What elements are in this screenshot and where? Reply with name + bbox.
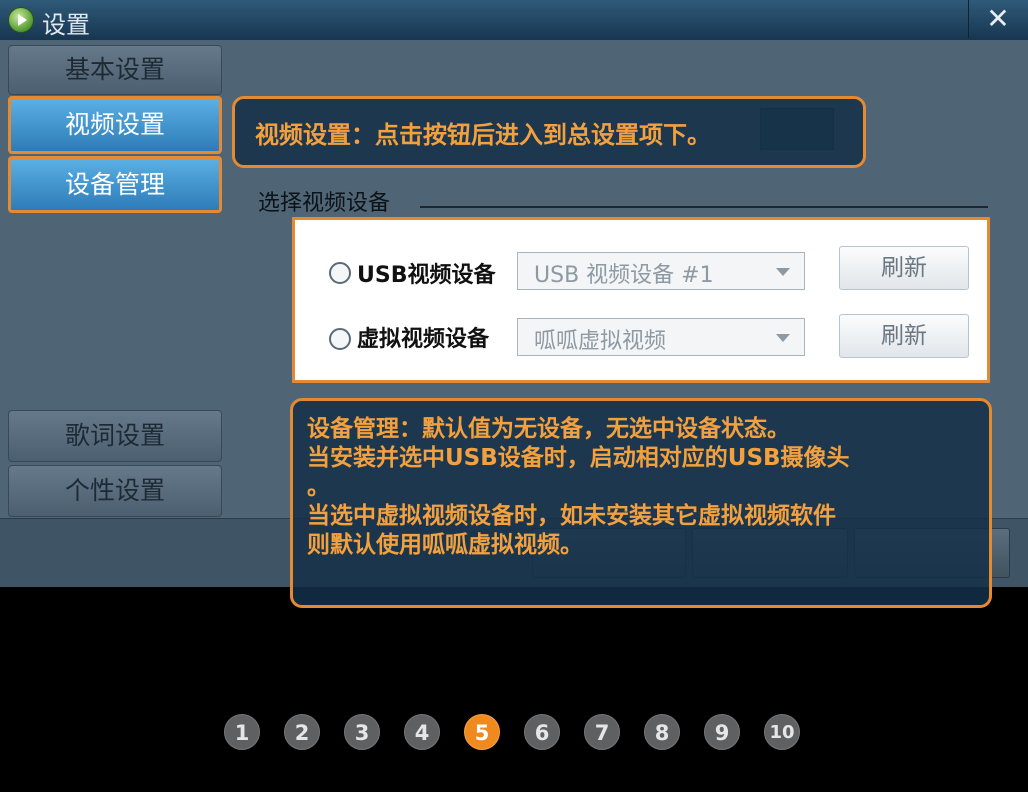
video-settings-callout-text: 视频设置：点击按钮后进入到总设置项下。	[255, 121, 711, 149]
chevron-down-icon	[776, 268, 790, 276]
sidebar-item-basic-settings[interactable]: 基本设置	[8, 45, 222, 95]
callout-line: 当安装并选中USB设备时，启动相对应的USB摄像头	[307, 445, 850, 471]
usb-device-select-value: USB 视频设备 #1	[534, 263, 714, 288]
sidebar-item-video-settings[interactable]: 视频设置	[8, 96, 222, 154]
sidebar-item-personal-settings[interactable]: 个性设置	[8, 465, 222, 517]
virtual-device-radio[interactable]	[329, 328, 351, 350]
page-button-7[interactable]: 7	[584, 714, 620, 750]
sidebar-item-device-management[interactable]: 设备管理	[8, 156, 222, 213]
page-button-10[interactable]: 10	[764, 714, 800, 750]
page-button-1[interactable]: 1	[224, 714, 260, 750]
virtual-refresh-button[interactable]: 刷新	[839, 314, 969, 358]
virtual-device-select[interactable]: 呱呱虚拟视频	[517, 318, 805, 356]
device-management-callout: 设备管理：默认值为无设备，无选中设备状态。 当安装并选中USB设备时，启动相对应…	[290, 398, 992, 608]
page-button-5-current[interactable]: 5	[464, 714, 500, 750]
callout-line: 。	[307, 474, 330, 500]
sidebar-item-lyrics-settings[interactable]: 歌词设置	[8, 410, 222, 462]
app-logo-icon	[8, 7, 34, 33]
chevron-down-icon	[776, 334, 790, 342]
page-button-2[interactable]: 2	[284, 714, 320, 750]
usb-device-select[interactable]: USB 视频设备 #1	[517, 252, 805, 290]
page-button-4[interactable]: 4	[404, 714, 440, 750]
window-title: 设置	[42, 11, 90, 39]
device-group-label: 选择视频设备	[258, 191, 391, 216]
page-button-8[interactable]: 8	[644, 714, 680, 750]
usb-refresh-button[interactable]: 刷新	[839, 246, 969, 290]
group-divider	[420, 206, 988, 208]
device-selection-panel: USB视频设备 USB 视频设备 #1 刷新 虚拟视频设备 呱呱虚拟视频 刷新	[292, 217, 990, 383]
page-button-3[interactable]: 3	[344, 714, 380, 750]
usb-device-label: USB视频设备	[357, 263, 496, 288]
callout-line: 则默认使用呱呱虚拟视频。	[307, 532, 583, 558]
page-button-6[interactable]: 6	[524, 714, 560, 750]
close-button[interactable]: ✕	[968, 0, 1027, 38]
usb-device-radio[interactable]	[329, 262, 351, 284]
virtual-device-label: 虚拟视频设备	[357, 327, 490, 352]
virtual-device-select-value: 呱呱虚拟视频	[534, 329, 667, 354]
video-settings-callout: 视频设置：点击按钮后进入到总设置项下。	[232, 96, 866, 168]
callout-line: 设备管理：默认值为无设备，无选中设备状态。	[307, 416, 790, 442]
title-bar: 设置 ✕	[0, 0, 1028, 40]
callout-line: 当选中虚拟视频设备时，如未安装其它虚拟视频软件	[307, 503, 836, 529]
page-button-9[interactable]: 9	[704, 714, 740, 750]
